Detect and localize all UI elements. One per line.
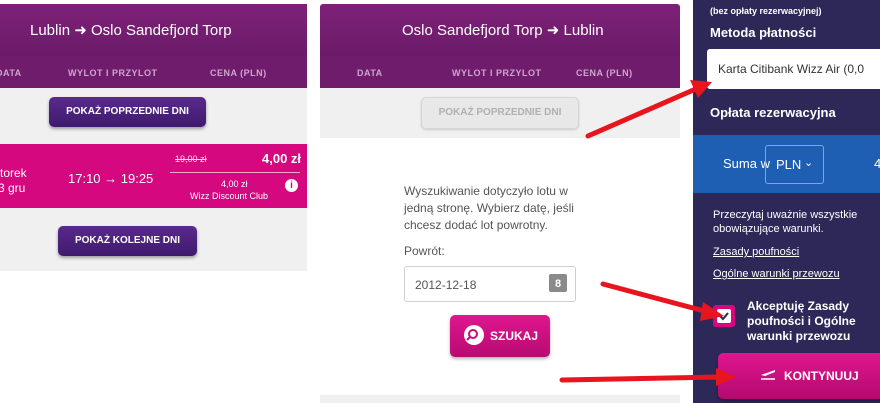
return-header: Oslo Sandefjord Torp ➜ Lublin: [320, 4, 680, 56]
return-date-value: 2012-12-18: [415, 278, 477, 292]
flight-row[interactable]: torek 3 gru 17:10 → 19:25 19,00 zł 4,00 …: [0, 144, 307, 208]
return-date-input[interactable]: 2012-12-18 8: [404, 266, 576, 302]
outbound-title: Lublin ➜ Oslo Sandefjord Torp: [30, 22, 232, 39]
search-label: SZUKAJ: [490, 329, 539, 343]
search-button[interactable]: SZUKAJ: [450, 315, 550, 357]
old-price: 19,00 zł: [175, 154, 207, 164]
return-panel: Oslo Sandefjord Torp ➜ Lublin DATA WYLOT…: [320, 4, 680, 403]
column-date: DATA: [357, 68, 383, 78]
outbound-column-headers: DATA WYLOT I PRZYLOT CENA (PLN): [0, 56, 307, 88]
results-area-bottom: [320, 395, 680, 403]
accept-terms-checkbox[interactable]: [713, 305, 735, 327]
show-previous-days-button[interactable]: POKAŻ POPRZEDNIE DNI: [49, 97, 206, 127]
currency-select[interactable]: PLN ⌄: [765, 145, 824, 184]
continue-label: KONTYNUUJ: [784, 369, 859, 383]
terms-note: Przeczytaj uważnie wszystkie obowiązując…: [713, 209, 858, 235]
currency-value: PLN: [776, 157, 802, 172]
show-next-days-button[interactable]: POKAŻ KOLEJNE DNI: [58, 226, 197, 256]
club-price: 4,00 zł: [221, 179, 248, 189]
sum-bar: Suma w PLN ⌄ 4: [693, 135, 880, 193]
return-label: Powrót:: [404, 244, 445, 258]
plane-icon: [760, 366, 776, 385]
flight-date: 3 gru: [0, 181, 26, 195]
payment-method-value: Karta Citibank Wizz Air (0,0: [718, 62, 865, 76]
booking-sidebar: (bez opłaty rezerwacyjnej) Metoda płatno…: [693, 0, 880, 403]
continue-button[interactable]: KONTYNUUJ: [718, 353, 880, 399]
show-previous-days-button-disabled[interactable]: POKAŻ POPRZEDNIE DNI: [421, 97, 579, 129]
chevron-down-icon: ⌄: [804, 157, 814, 169]
booking-fee-label: Opłata rezerwacyjna: [710, 105, 836, 120]
no-booking-fee-note: (bez opłaty rezerwacyjnej): [710, 6, 822, 16]
flight-day: torek: [0, 166, 27, 180]
checkbox-inner: [717, 309, 731, 323]
column-departure-arrival: WYLOT I PRZYLOT: [452, 68, 542, 78]
return-title: Oslo Sandefjord Torp ➜ Lublin: [402, 22, 604, 39]
price: 4,00 zł: [262, 151, 302, 166]
sum-label: Suma w: [723, 156, 770, 171]
column-date: DATA: [0, 68, 22, 78]
club-label: Wizz Discount Club: [190, 191, 269, 201]
column-price: CENA (PLN): [210, 68, 267, 78]
flight-times: 17:10 → 19:25: [68, 171, 154, 186]
general-terms-link[interactable]: Ogólne warunki przewozu: [713, 268, 840, 280]
check-icon: [719, 312, 729, 321]
calendar-icon[interactable]: 8: [549, 274, 567, 292]
payment-method-label: Metoda płatności: [710, 25, 817, 40]
search-icon: [464, 325, 484, 345]
price-divider: [170, 172, 300, 173]
info-icon[interactable]: i: [285, 179, 298, 192]
outbound-panel: Lublin ➜ Oslo Sandefjord Torp DATA WYLOT…: [0, 4, 307, 271]
accept-terms-label: Akceptuję Zasady poufności i Ogólne waru…: [747, 299, 856, 343]
sum-value: 4: [874, 156, 880, 171]
column-departure-arrival: WYLOT I PRZYLOT: [68, 68, 158, 78]
payment-method-select[interactable]: Karta Citibank Wizz Air (0,0: [707, 49, 880, 89]
privacy-policy-link[interactable]: Zasady poufności: [713, 246, 799, 258]
one-way-note: Wyszukiwanie dotyczyło lotu w jedną stro…: [404, 184, 574, 232]
return-column-headers: DATA WYLOT I PRZYLOT CENA (PLN): [320, 56, 680, 88]
column-price: CENA (PLN): [576, 68, 633, 78]
outbound-header: Lublin ➜ Oslo Sandefjord Torp: [0, 4, 307, 56]
